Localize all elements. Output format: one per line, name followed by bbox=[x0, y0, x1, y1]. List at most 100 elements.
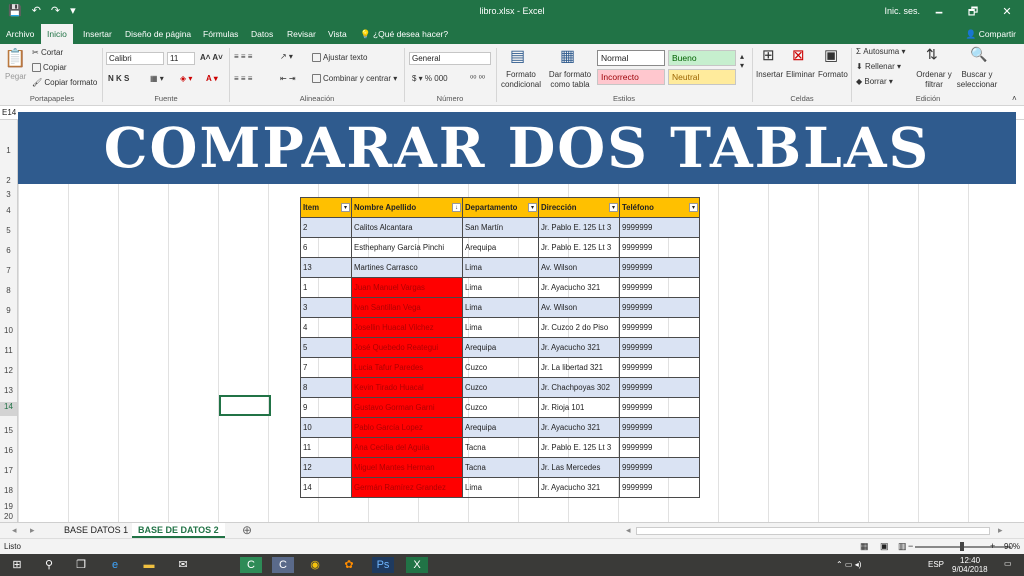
table-cell[interactable]: Tacna bbox=[462, 437, 539, 458]
zoom-out-icon[interactable]: − bbox=[908, 541, 913, 551]
autosum-button[interactable]: Σ Autosuma ▾ bbox=[856, 47, 905, 56]
table-cell[interactable]: 11 bbox=[300, 437, 352, 458]
table-cell[interactable]: 12 bbox=[300, 457, 352, 478]
table-cell[interactable]: Jr. Pablo E. 125 Lt 3 bbox=[538, 237, 620, 258]
tab-diseno-pagina[interactable]: Diseño de página bbox=[125, 24, 191, 44]
header-cell[interactable]: Departamento ▾ bbox=[462, 197, 539, 218]
table-cell[interactable]: Jr. Rioja 101 bbox=[538, 397, 620, 418]
font-grow-shrink-buttons[interactable]: A˄ A˅ bbox=[200, 53, 223, 62]
table-cell[interactable]: Esthephany García Pinchi bbox=[351, 237, 463, 258]
normal-view-icon[interactable]: ▦ bbox=[860, 541, 869, 552]
header-cell[interactable]: Teléfono ▾ bbox=[619, 197, 700, 218]
sheet-scroll-right-icon[interactable]: ▸ bbox=[24, 523, 41, 538]
font-color-icon[interactable]: A ▾ bbox=[206, 74, 218, 83]
tab-inicio[interactable]: Inicio bbox=[41, 24, 73, 44]
minimize-button[interactable]: 🗕 bbox=[922, 0, 956, 24]
indent-icons[interactable]: ⇤ ⇥ bbox=[280, 74, 296, 83]
clock-date[interactable]: 9/04/2018 bbox=[952, 565, 988, 574]
page-layout-icon[interactable]: ▣ bbox=[880, 541, 889, 552]
format-as-table-button[interactable]: Dar formato como tabla bbox=[546, 70, 594, 90]
mail-icon[interactable]: ✉ bbox=[172, 557, 194, 573]
table-cell[interactable]: Lima bbox=[462, 297, 539, 318]
restore-button[interactable]: 🗗 bbox=[956, 0, 990, 24]
table-cell[interactable]: Josellin Huacal Vilchez bbox=[351, 317, 463, 338]
sheet-tab-2[interactable]: BASE DE DATOS 2 bbox=[132, 523, 225, 538]
chrome-icon[interactable]: ◉ bbox=[304, 557, 326, 573]
row-header[interactable]: 10 bbox=[0, 326, 17, 335]
table-cell[interactable]: Lima bbox=[462, 277, 539, 298]
delete-cells-button[interactable]: Eliminar bbox=[786, 70, 815, 79]
row-header[interactable]: 11 bbox=[0, 346, 17, 355]
row-header[interactable]: 4 bbox=[0, 206, 17, 215]
tab-datos[interactable]: Datos bbox=[251, 24, 273, 44]
row-header[interactable]: 15 bbox=[0, 426, 17, 435]
filter-dropdown-icon[interactable]: ▾ bbox=[609, 203, 618, 212]
name-box[interactable]: E14 bbox=[2, 108, 16, 117]
close-button[interactable]: ✕ bbox=[990, 0, 1024, 24]
table-cell[interactable]: Jr. Ayacucho 321 bbox=[538, 277, 620, 298]
number-format-select[interactable]: General bbox=[409, 52, 491, 65]
row-header[interactable]: 18 bbox=[0, 486, 17, 495]
table-cell[interactable]: Jr. La libertad 321 bbox=[538, 357, 620, 378]
table-cell[interactable]: 9999999 bbox=[619, 237, 700, 258]
row-header[interactable]: 2 bbox=[0, 176, 17, 185]
filter-dropdown-icon[interactable]: ▾ bbox=[689, 203, 698, 212]
filter-dropdown-icon[interactable]: ▾ bbox=[528, 203, 537, 212]
sheet-scroll-left-icon[interactable]: ◂ bbox=[6, 523, 23, 538]
zoom-level[interactable]: 90% bbox=[1004, 542, 1020, 551]
table-cell[interactable]: 9999999 bbox=[619, 397, 700, 418]
fill-button[interactable]: ⬇ Rellenar ▾ bbox=[856, 62, 901, 71]
row-header[interactable]: 19 bbox=[0, 502, 17, 511]
table-cell[interactable]: 14 bbox=[300, 477, 352, 498]
sort-filter-icon[interactable]: ⇅ bbox=[926, 46, 938, 63]
table-cell[interactable]: Germán Ramírez Grandez bbox=[351, 477, 463, 498]
table-cell[interactable]: 9999999 bbox=[619, 457, 700, 478]
folder-icon[interactable]: ▬ bbox=[138, 557, 160, 573]
row-header[interactable]: 7 bbox=[0, 266, 17, 275]
photoshop-icon[interactable]: Ps bbox=[372, 557, 394, 573]
borders-icon[interactable]: ▦ ▾ bbox=[150, 74, 164, 83]
table-cell[interactable]: Calitos Alcantara bbox=[351, 217, 463, 238]
windows-start-icon[interactable]: ⊞ bbox=[6, 557, 28, 573]
table-cell[interactable]: Jr. Chachpoyas 302 bbox=[538, 377, 620, 398]
table-cell[interactable]: Lima bbox=[462, 317, 539, 338]
table-cell[interactable]: José Quebedo Reategui bbox=[351, 337, 463, 358]
table-cell[interactable]: Av. Wilson bbox=[538, 257, 620, 278]
table-cell[interactable]: Ana Cecilia del Aguila bbox=[351, 437, 463, 458]
font-size-select[interactable]: 11 bbox=[167, 52, 195, 65]
table-cell[interactable]: 9 bbox=[300, 397, 352, 418]
table-cell[interactable]: 4 bbox=[300, 317, 352, 338]
table-cell[interactable]: Jr. Cuzco 2 do Piso bbox=[538, 317, 620, 338]
table-cell[interactable]: Cuzco bbox=[462, 377, 539, 398]
conditional-format-button[interactable]: Formato condicional bbox=[498, 70, 544, 90]
row-header[interactable]: 16 bbox=[0, 446, 17, 455]
table-cell[interactable]: Juan Manuel Vargas bbox=[351, 277, 463, 298]
horizontal-scrollbar[interactable] bbox=[636, 527, 990, 535]
format-table-icon[interactable]: ▦ bbox=[560, 46, 575, 66]
row-header[interactable]: 12 bbox=[0, 366, 17, 375]
table-cell[interactable]: 9999999 bbox=[619, 477, 700, 498]
tab-insertar[interactable]: Insertar bbox=[83, 24, 112, 44]
table-cell[interactable]: Lucia Tafur Paredes bbox=[351, 357, 463, 378]
input-language[interactable]: ESP bbox=[928, 560, 944, 569]
table-cell[interactable]: 9999999 bbox=[619, 417, 700, 438]
table-cell[interactable]: 9999999 bbox=[619, 257, 700, 278]
orientation-icon[interactable]: ↗ ▾ bbox=[280, 52, 293, 61]
sheet-tab-1[interactable]: BASE DATOS 1 bbox=[58, 523, 134, 538]
table-cell[interactable]: 9999999 bbox=[619, 437, 700, 458]
clock-time[interactable]: 12:40 bbox=[960, 556, 980, 565]
table-cell[interactable]: Arequipa bbox=[462, 337, 539, 358]
table-cell[interactable]: Jr. Ayacucho 321 bbox=[538, 477, 620, 498]
table-cell[interactable]: Ivan Santillan Vega bbox=[351, 297, 463, 318]
table-cell[interactable]: Jr. Ayacucho 321 bbox=[538, 417, 620, 438]
row-header[interactable]: 5 bbox=[0, 226, 17, 235]
table-cell[interactable]: Martines Carrasco bbox=[351, 257, 463, 278]
table-cell[interactable]: 9999999 bbox=[619, 297, 700, 318]
paste-icon[interactable]: 📋 bbox=[4, 48, 26, 69]
decimal-buttons[interactable]: ⁰⁰ ⁰⁰ bbox=[470, 74, 485, 83]
table-cell[interactable]: Pablo García Lopez bbox=[351, 417, 463, 438]
row-header[interactable]: 6 bbox=[0, 246, 17, 255]
selected-cell[interactable] bbox=[219, 395, 271, 416]
edge-icon[interactable]: e bbox=[104, 557, 126, 573]
zoom-slider-knob[interactable] bbox=[960, 542, 964, 551]
